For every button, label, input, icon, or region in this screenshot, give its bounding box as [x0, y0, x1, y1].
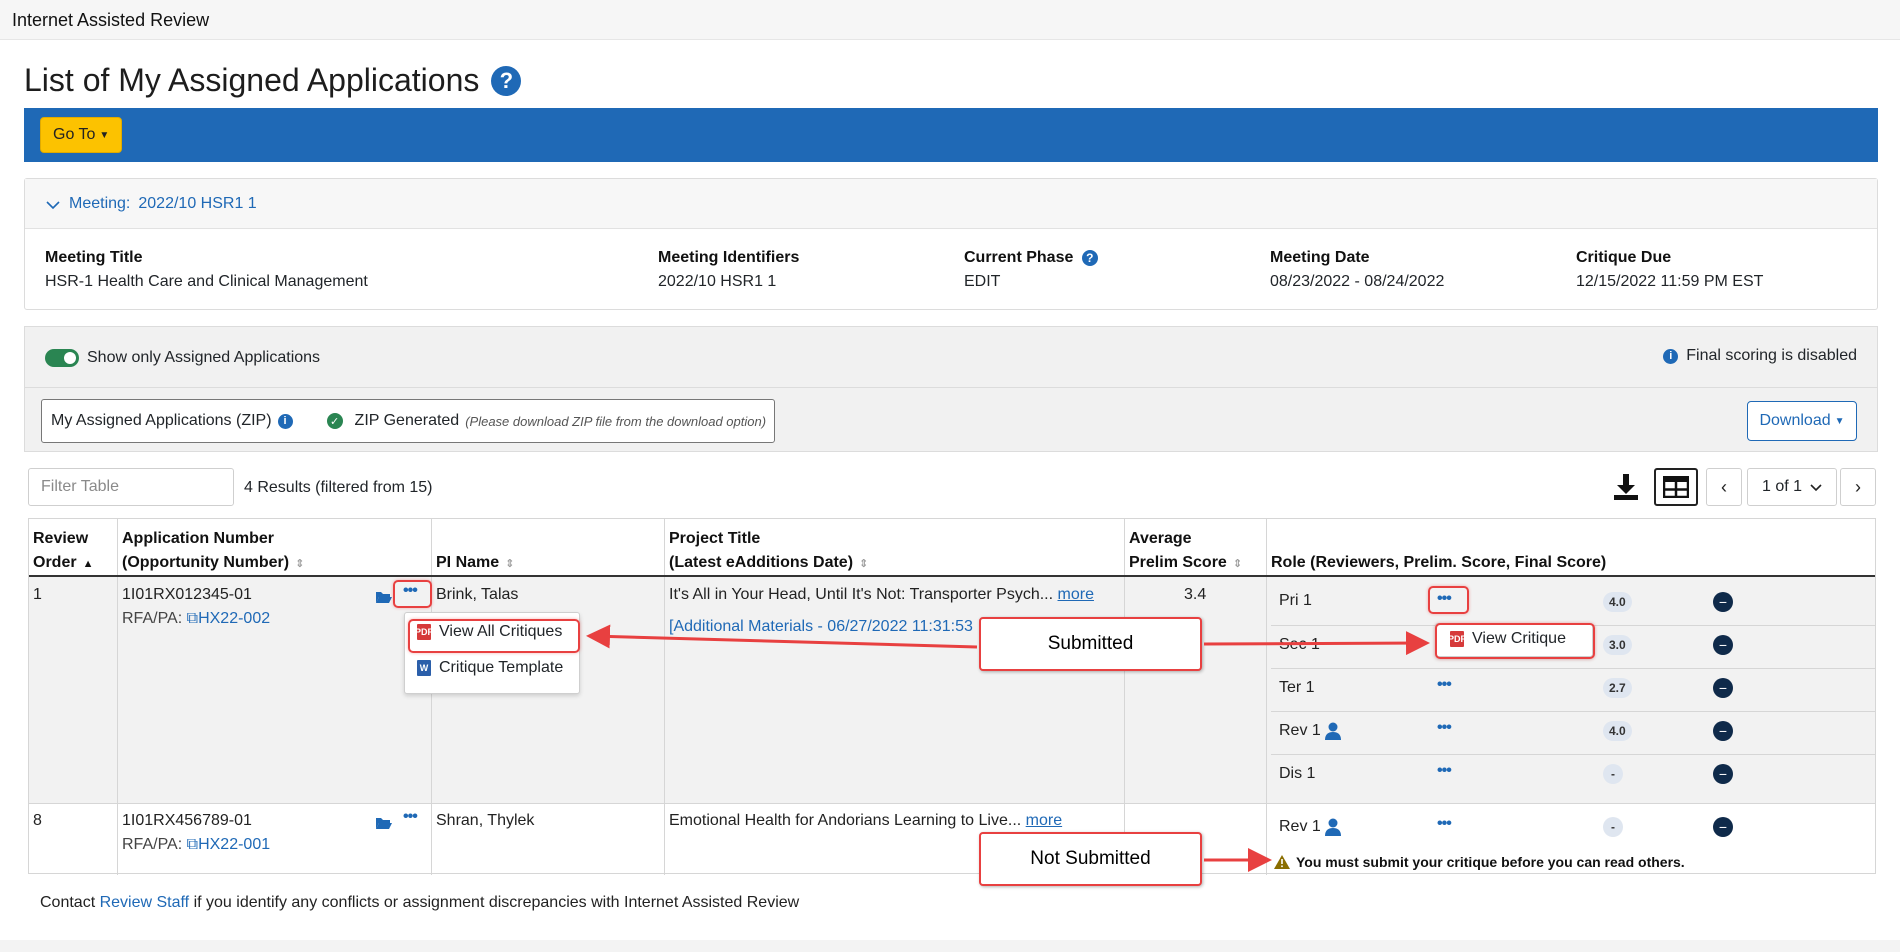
arrow-to-view-all-critiques [586, 624, 978, 649]
footer-prefix: Contact [40, 894, 96, 911]
callout-arrows [586, 624, 1430, 872]
review-staff-link[interactable]: Review Staff [100, 894, 190, 911]
footer: Contact Review Staff if you identify any… [40, 894, 799, 912]
arrow-to-view-critique [1203, 631, 1430, 656]
footer-suffix: if you identify any conflicts or assignm… [193, 894, 800, 911]
bottom-strip [0, 940, 1900, 952]
